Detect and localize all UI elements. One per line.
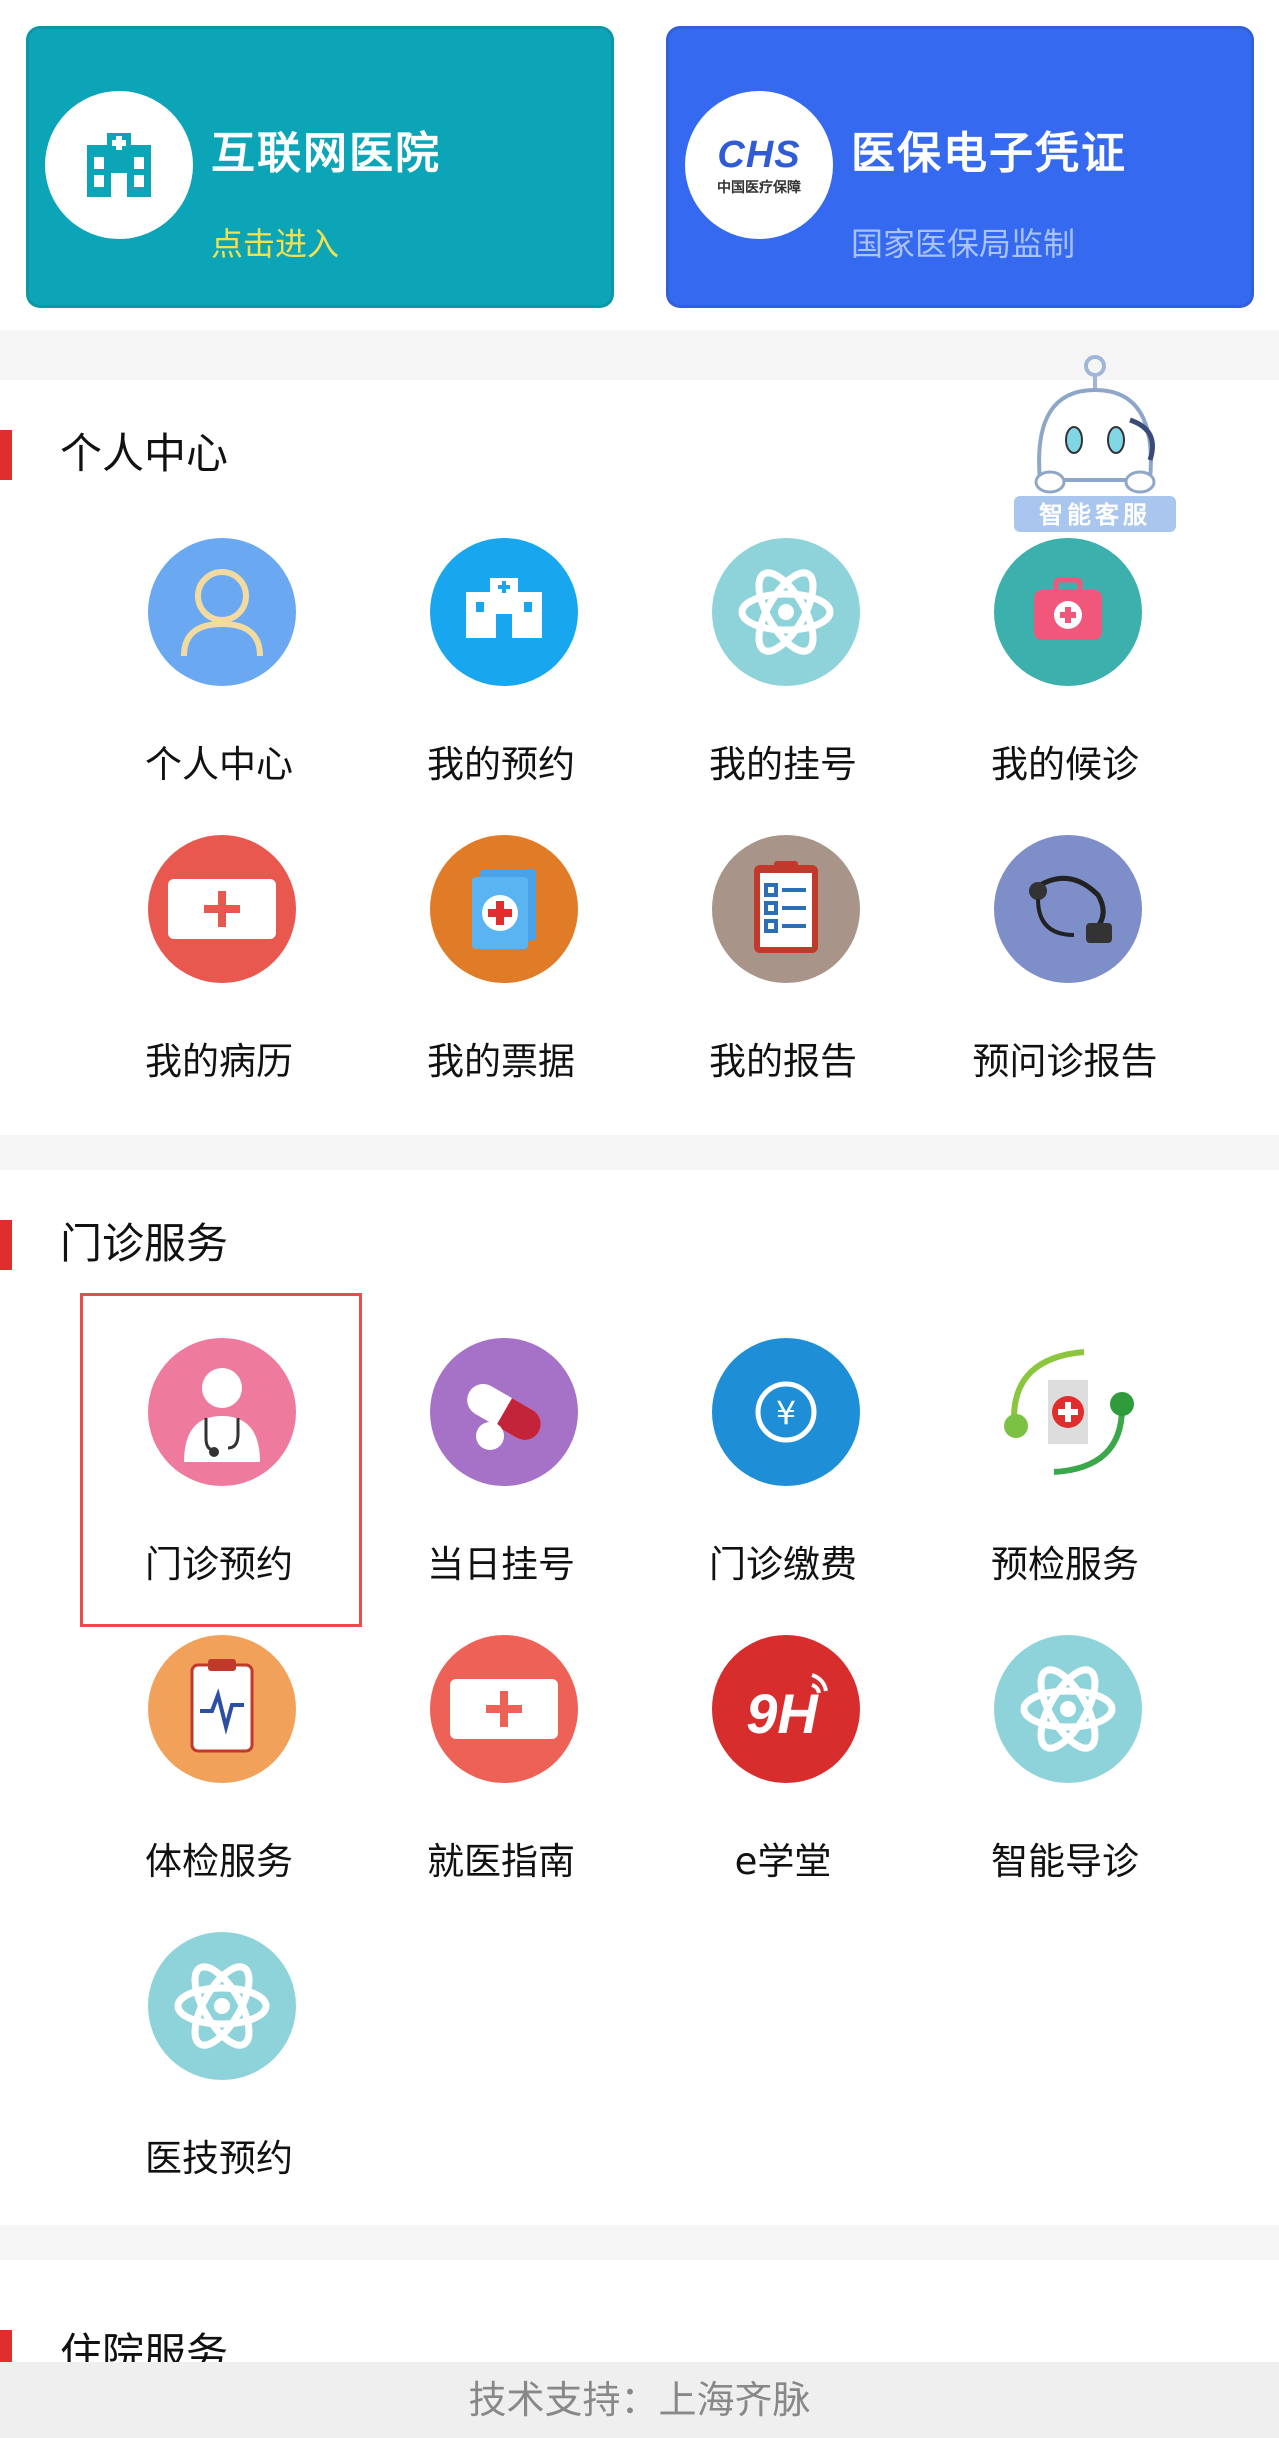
atom-icon xyxy=(994,1635,1142,1783)
grid-item-medical-records[interactable]: 我的病历 xyxy=(78,835,360,1125)
grid-item-label: 医技预约 xyxy=(145,2137,293,2180)
smart-service-button[interactable]: 智能客服 xyxy=(1010,350,1180,550)
footer-tech-support: 技术支持：上海齐脉 xyxy=(0,2362,1279,2438)
section-title: 个人中心 xyxy=(60,429,229,478)
grid-item-label: 当日挂号 xyxy=(427,1543,575,1586)
grid-item-smart-triage[interactable]: 智能导诊 xyxy=(924,1635,1206,1925)
grid-item-label: 我的病历 xyxy=(145,1040,293,1083)
grid-item-label: 预问诊报告 xyxy=(972,1040,1158,1083)
svg-text:¥: ¥ xyxy=(776,1394,796,1432)
atom-icon xyxy=(712,538,860,686)
top-banner-row: 互联网医院 点击进入 CHS 中国医疗保障 医保电子凭证 国家医保局监制 xyxy=(0,0,1279,330)
section-accent-bar xyxy=(0,1220,12,1270)
hospital-logo-icon xyxy=(45,91,193,239)
hospital-emblem-icon xyxy=(994,1338,1142,1486)
grid-item-medical-guide[interactable]: 就医指南 xyxy=(360,1635,642,1925)
chs-logo-icon: CHS 中国医疗保障 xyxy=(685,91,833,239)
grid-item-label: 体检服务 xyxy=(145,1840,293,1883)
medical-insurance-card[interactable]: CHS 中国医疗保障 医保电子凭证 国家医保局监制 xyxy=(666,26,1254,308)
smart-service-label: 智能客服 xyxy=(1039,501,1151,529)
section-accent-bar xyxy=(0,430,12,480)
grid-item-physical-exam[interactable]: 体检服务 xyxy=(78,1635,360,1925)
card-title: 医保电子凭证 xyxy=(851,128,1127,179)
pill-capsule-icon xyxy=(430,1338,578,1486)
grid-item-my-appointments[interactable]: 我的预约 xyxy=(360,538,642,828)
grid-item-label: 门诊缴费 xyxy=(709,1543,857,1586)
selection-highlight xyxy=(80,1293,362,1627)
first-aid-kit-icon xyxy=(994,538,1142,686)
card-title: 互联网医院 xyxy=(211,128,441,179)
9h-logo-icon: 9H xyxy=(712,1635,860,1783)
grid-item-label: 我的预约 xyxy=(427,743,575,786)
grid-item-label: 我的票据 xyxy=(427,1040,575,1083)
grid-item-pre-consult-report[interactable]: 预问诊报告 xyxy=(924,835,1206,1125)
grid-item-personal-center[interactable]: 个人中心 xyxy=(78,538,360,828)
grid-item-my-receipts[interactable]: 我的票据 xyxy=(360,835,642,1125)
grid-item-my-waiting[interactable]: 我的候诊 xyxy=(924,538,1206,828)
medical-record-icon xyxy=(148,835,296,983)
grid-item-label: 智能导诊 xyxy=(991,1840,1139,1883)
grid-item-medtech-appointment[interactable]: 医技预约 xyxy=(78,1932,360,2222)
grid-item-my-reports[interactable]: 我的报告 xyxy=(642,835,924,1125)
grid-item-label: 就医指南 xyxy=(427,1840,575,1883)
grid-item-label: 个人中心 xyxy=(145,743,293,786)
chs-logo-text: CHS xyxy=(717,133,801,176)
grid-item-same-day-registration[interactable]: 当日挂号 xyxy=(360,1338,642,1628)
grid-item-my-registration[interactable]: 我的挂号 xyxy=(642,538,924,828)
grid-item-label: 我的候诊 xyxy=(991,743,1139,786)
grid-item-label: 预检服务 xyxy=(991,1543,1139,1586)
svg-text:9H: 9H xyxy=(746,1682,819,1745)
grid-item-label: 我的报告 xyxy=(709,1040,857,1083)
section-title: 门诊服务 xyxy=(60,1219,229,1268)
grid-item-label: 我的挂号 xyxy=(709,743,857,786)
grid-item-outpatient-payment[interactable]: ¥ 门诊缴费 xyxy=(642,1338,924,1628)
card-subtitle: 点击进入 xyxy=(211,225,340,263)
internet-hospital-card[interactable]: 互联网医院 点击进入 xyxy=(26,26,614,308)
medical-guide-icon xyxy=(430,1635,578,1783)
user-icon xyxy=(148,538,296,686)
atom-icon xyxy=(148,1932,296,2080)
ecg-clipboard-icon xyxy=(148,1635,296,1783)
grid-item-label: e学堂 xyxy=(734,1840,832,1883)
card-subtitle: 国家医保局监制 xyxy=(851,225,1076,263)
grid-item-pre-check-service[interactable]: 预检服务 xyxy=(924,1338,1206,1628)
clipboard-report-icon xyxy=(712,835,860,983)
yuan-coin-icon: ¥ xyxy=(712,1338,860,1486)
chs-logo-subtext: 中国医疗保障 xyxy=(717,179,801,196)
hospital-building-icon xyxy=(430,538,578,686)
grid-item-e-school[interactable]: 9H e学堂 xyxy=(642,1635,924,1925)
stethoscope-icon xyxy=(994,835,1142,983)
receipt-icon xyxy=(430,835,578,983)
